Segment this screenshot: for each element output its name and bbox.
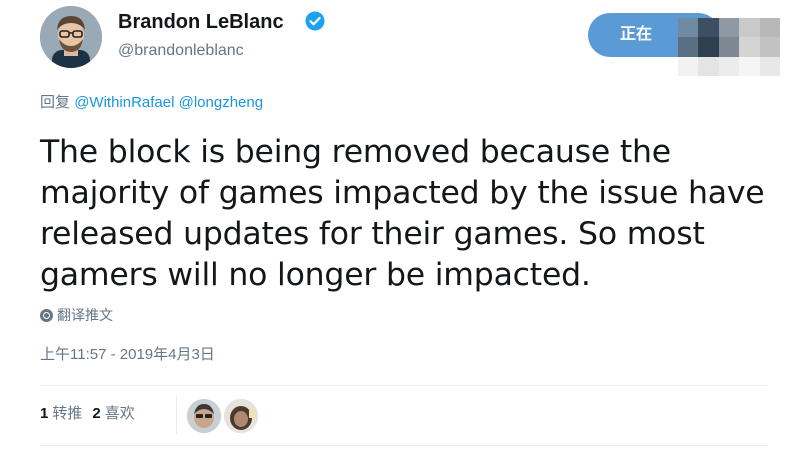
mention-link-longzheng[interactable]: @longzheng bbox=[179, 94, 263, 111]
globe-icon bbox=[40, 308, 53, 322]
tweet-timestamp[interactable]: 上午11:57 - 2019年4月3日 bbox=[40, 345, 215, 365]
reply-context: 回复 @WithinRafael @longzheng bbox=[40, 93, 263, 113]
likes-count: 2 bbox=[92, 405, 101, 422]
engagement-stats: 1 转推 2 喜欢 bbox=[40, 404, 135, 424]
tweet-text: The block is being removed because the m… bbox=[40, 132, 780, 296]
liker-avatar[interactable] bbox=[187, 399, 221, 433]
pixelated-redaction bbox=[678, 18, 780, 76]
author-handle[interactable]: @brandonleblanc bbox=[118, 40, 244, 62]
author-display-name[interactable]: Brandon LeBlanc bbox=[118, 9, 284, 35]
stats-separator bbox=[176, 396, 177, 434]
liker-avatar[interactable] bbox=[224, 399, 258, 433]
retweets-label: 转推 bbox=[52, 405, 83, 422]
tweet-text-line: gamers will no longer be impacted. bbox=[40, 257, 591, 293]
verified-badge-icon bbox=[305, 11, 325, 31]
divider bbox=[40, 445, 768, 446]
likes-label: 喜欢 bbox=[104, 405, 135, 422]
tweet-text-line: majority of games impacted by the issue … bbox=[40, 175, 765, 211]
author-avatar[interactable] bbox=[40, 6, 102, 68]
tweet-text-line: The block is being removed because the bbox=[40, 134, 671, 170]
author-avatar-illustration bbox=[40, 6, 102, 68]
translate-label: 翻译推文 bbox=[57, 307, 113, 323]
tweet-text-line: released updates for their games. So mos… bbox=[40, 216, 705, 252]
mention-link-withinrafael[interactable]: @WithinRafael bbox=[74, 94, 174, 111]
likes-stat[interactable]: 2 喜欢 bbox=[92, 404, 134, 424]
retweets-stat[interactable]: 1 转推 bbox=[40, 404, 82, 424]
retweets-count: 1 bbox=[40, 405, 49, 422]
translate-tweet-link[interactable]: 翻译推文 bbox=[40, 306, 113, 324]
reply-prefix: 回复 bbox=[40, 94, 71, 111]
divider bbox=[40, 385, 768, 386]
